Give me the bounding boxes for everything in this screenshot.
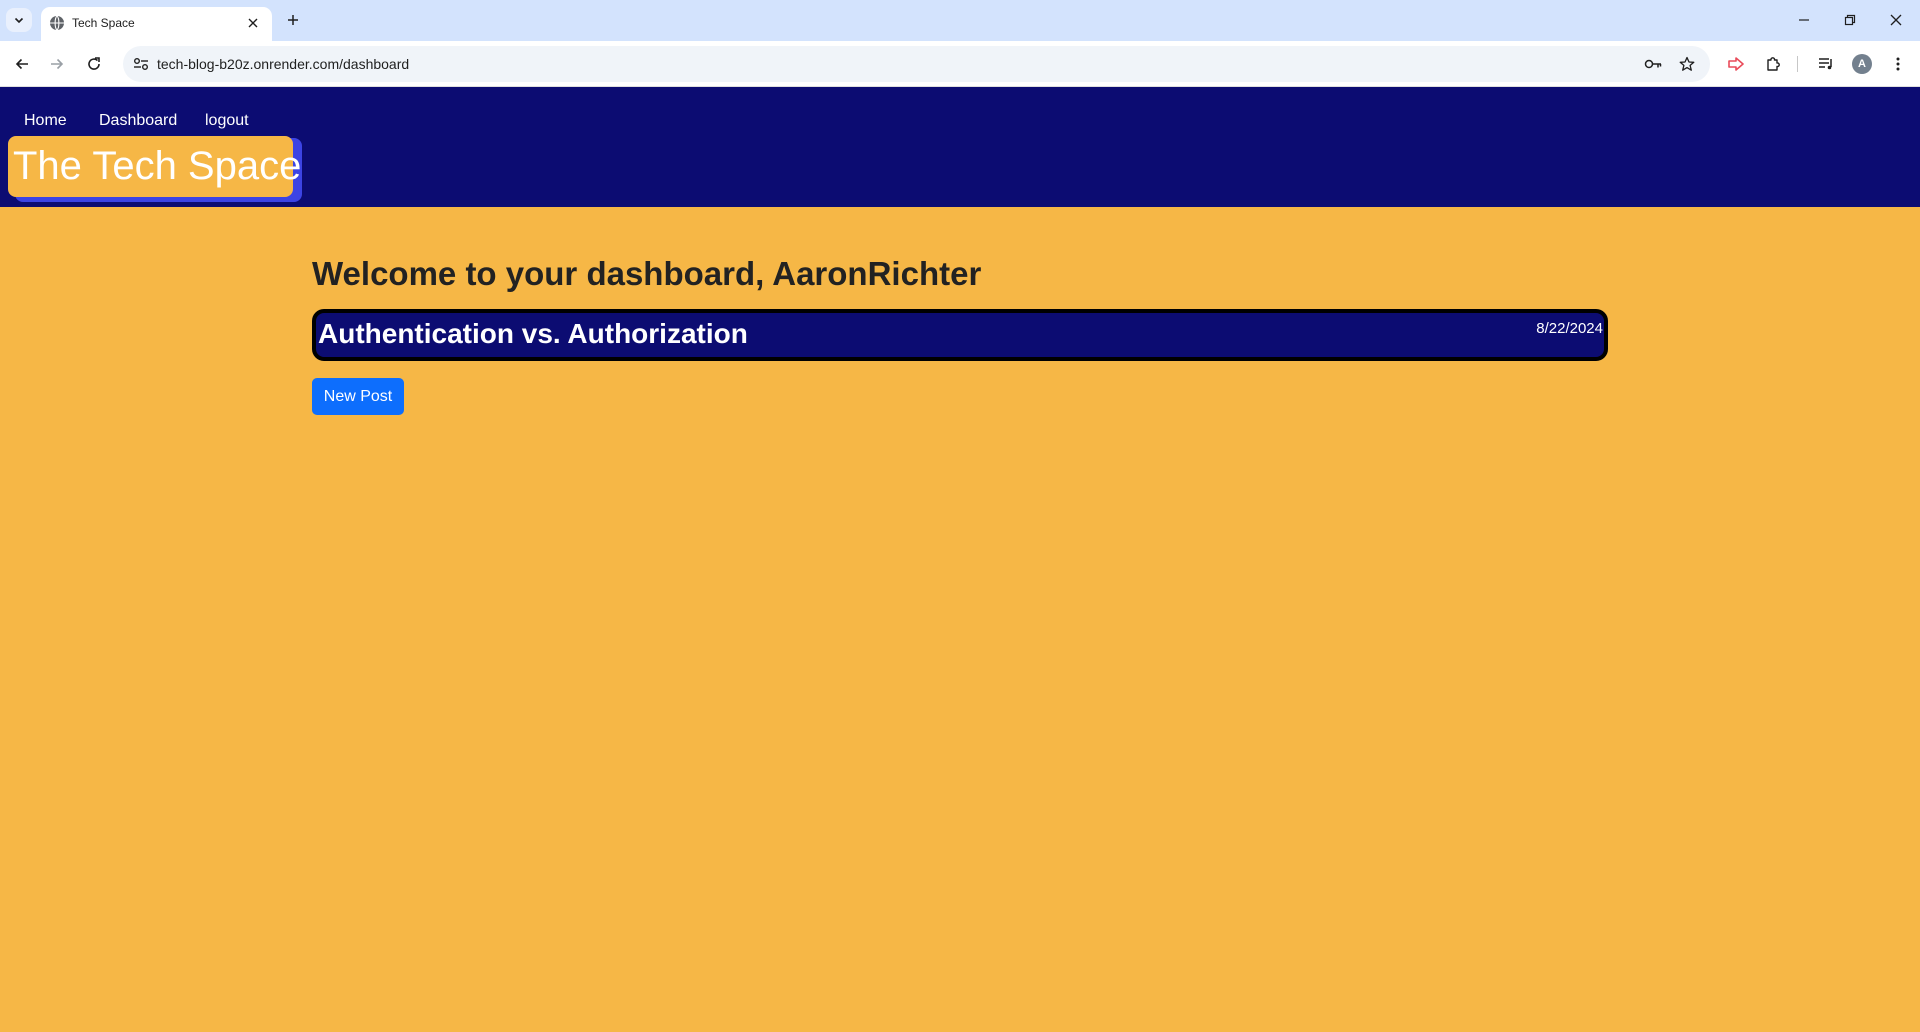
address-bar[interactable]: tech-blog-b20z.onrender.com/dashboard <box>123 46 1710 82</box>
forward-arrow-icon <box>51 58 64 70</box>
minimize-button[interactable] <box>1789 8 1819 32</box>
dashboard-welcome-heading: Welcome to your dashboard, AaronRichter <box>312 255 982 292</box>
browser-tab-active[interactable]: Tech Space <box>41 7 272 41</box>
extension-arrow-icon <box>1728 57 1744 71</box>
close-tab-icon[interactable] <box>244 14 262 32</box>
reload-button[interactable] <box>82 52 106 76</box>
forward-button[interactable] <box>45 52 69 76</box>
restore-button[interactable] <box>1835 8 1865 32</box>
post-card[interactable]: Authentication vs. Authorization 8/22/20… <box>312 309 1608 361</box>
post-title[interactable]: Authentication vs. Authorization <box>318 318 748 350</box>
playlist-icon <box>1819 58 1832 70</box>
extensions-button[interactable] <box>1761 52 1785 76</box>
extension-button[interactable] <box>1724 52 1748 76</box>
reload-icon <box>88 57 100 70</box>
globe-icon <box>50 15 64 31</box>
password-key-icon[interactable] <box>1643 54 1663 74</box>
close-window-button[interactable] <box>1881 8 1911 32</box>
restore-icon <box>1844 14 1856 26</box>
browser-toolbar: tech-blog-b20z.onrender.com/dashboard A <box>0 41 1920 87</box>
back-arrow-icon <box>15 58 28 70</box>
back-button[interactable] <box>10 52 34 76</box>
tab-search-button[interactable] <box>6 8 32 32</box>
plus-icon <box>288 15 298 25</box>
profile-avatar[interactable]: A <box>1852 54 1872 74</box>
nav-dashboard-link[interactable]: Dashboard <box>99 112 177 130</box>
url-text[interactable]: tech-blog-b20z.onrender.com/dashboard <box>157 56 409 72</box>
minimize-icon <box>1799 19 1809 21</box>
site-header: Home Dashboard logout The Tech Space <box>0 87 1920 207</box>
kebab-menu-icon <box>1896 57 1900 71</box>
new-tab-button[interactable] <box>282 9 304 31</box>
browser-tabstrip: Tech Space <box>0 0 1920 41</box>
bookmark-star-icon[interactable] <box>1677 54 1697 74</box>
close-icon <box>1890 14 1902 26</box>
media-control-button[interactable] <box>1814 52 1838 76</box>
tab-title: Tech Space <box>72 16 135 30</box>
nav-logout-link[interactable]: logout <box>205 112 249 130</box>
puzzle-icon <box>1767 57 1780 71</box>
site-brand-title: The Tech Space <box>8 136 301 197</box>
toolbar-divider <box>1797 56 1798 72</box>
post-date: 8/22/2024 <box>1536 320 1603 337</box>
site-info-icon[interactable] <box>131 55 151 73</box>
chevron-down-icon <box>14 17 24 24</box>
new-post-button[interactable]: New Post <box>312 378 404 415</box>
browser-menu-button[interactable] <box>1886 52 1910 76</box>
nav-home-link[interactable]: Home <box>24 112 67 130</box>
